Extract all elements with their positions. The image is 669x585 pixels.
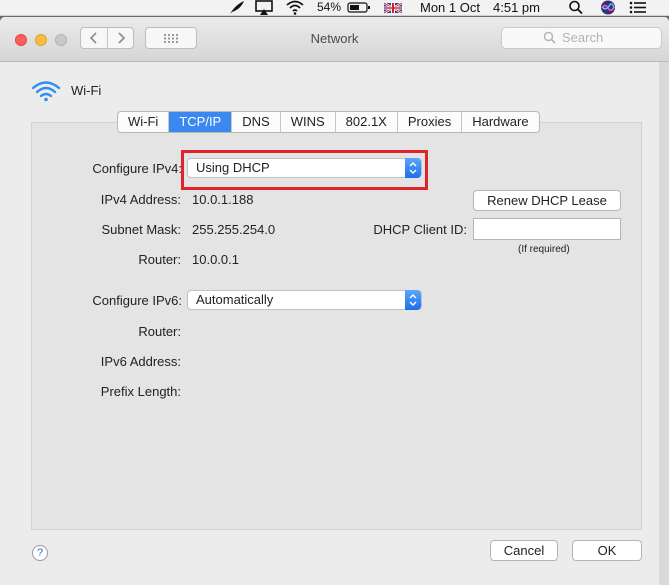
search-field[interactable]: Search <box>501 27 662 49</box>
subnet-mask-value: 255.255.254.0 <box>192 222 276 237</box>
configure-ipv6-label: Configure IPv6: <box>92 293 182 308</box>
tab-bar: Wi-Fi TCP/IP DNS WINS 802.1X Proxies Har… <box>117 111 540 133</box>
help-button[interactable]: ? <box>32 545 48 561</box>
ipv4-address-value: 10.0.1.188 <box>192 192 254 207</box>
subnet-mask-label: Subnet Mask: <box>101 222 182 237</box>
ipv4-router-label: Router: <box>138 252 181 267</box>
service-name: Wi-Fi <box>71 83 102 98</box>
configure-ipv6-select[interactable]: Automatically <box>187 290 422 310</box>
configure-ipv6-value: Automatically <box>196 292 274 307</box>
dhcp-client-id-input[interactable] <box>473 218 621 240</box>
title-bar: Network Search <box>0 17 669 62</box>
search-placeholder: Search <box>562 30 604 45</box>
configure-ipv4-select[interactable]: Using DHCP <box>187 158 422 178</box>
tab-dns[interactable]: DNS <box>232 112 281 132</box>
siri-icon[interactable] <box>600 0 616 15</box>
search-icon <box>543 31 556 44</box>
menubar-date[interactable]: Mon 1 Oct <box>420 0 480 15</box>
tab-tcpip[interactable]: TCP/IP <box>169 112 233 132</box>
battery-icon[interactable] <box>347 0 371 15</box>
menubar-time[interactable]: 4:51 pm <box>493 0 540 15</box>
renew-dhcp-lease-button[interactable]: Renew DHCP Lease <box>473 190 621 211</box>
notification-center-icon[interactable] <box>628 0 648 15</box>
tab-wifi[interactable]: Wi-Fi <box>118 112 170 132</box>
select-stepper-icon <box>405 290 421 310</box>
wifi-service-icon <box>31 81 61 102</box>
ipv6-router-label: Router: <box>138 324 181 339</box>
ipv4-address-label: IPv4 Address: <box>100 192 181 207</box>
battery-percent: 54% <box>317 0 342 14</box>
prefix-length-label: Prefix Length: <box>100 384 181 399</box>
ipv4-router-value: 10.0.0.1 <box>192 252 239 267</box>
spotlight-search-icon[interactable] <box>568 0 584 15</box>
tab-proxies[interactable]: Proxies <box>398 112 463 132</box>
airplay-icon[interactable] <box>254 0 274 15</box>
menu-bar: 54% Mon 1 Oct 4:51 pm <box>0 0 669 16</box>
tcpip-sheet: Wi-Fi Wi-Fi TCP/IP DNS WINS 802.1X Proxi… <box>10 62 659 585</box>
feather-icon[interactable] <box>228 0 246 15</box>
network-window: Network Search Wi-Fi Wi-Fi TCP/IP DNS WI… <box>0 17 669 585</box>
client-id-hint: (If required) <box>518 244 570 255</box>
tab-hardware[interactable]: Hardware <box>462 112 538 132</box>
cancel-button[interactable]: Cancel <box>490 540 558 561</box>
window-edge <box>659 62 669 585</box>
ok-button[interactable]: OK <box>572 540 642 561</box>
configure-ipv4-label: Configure IPv4: <box>92 161 182 176</box>
tab-wins[interactable]: WINS <box>281 112 336 132</box>
dhcp-client-id-label: DHCP Client ID: <box>373 222 467 237</box>
tab-8021x[interactable]: 802.1X <box>336 112 398 132</box>
wifi-icon[interactable] <box>285 0 305 15</box>
configure-ipv4-value: Using DHCP <box>196 160 270 175</box>
uk-flag-icon[interactable] <box>384 0 402 15</box>
ipv6-address-label: IPv6 Address: <box>100 354 181 369</box>
select-stepper-icon <box>405 158 421 178</box>
